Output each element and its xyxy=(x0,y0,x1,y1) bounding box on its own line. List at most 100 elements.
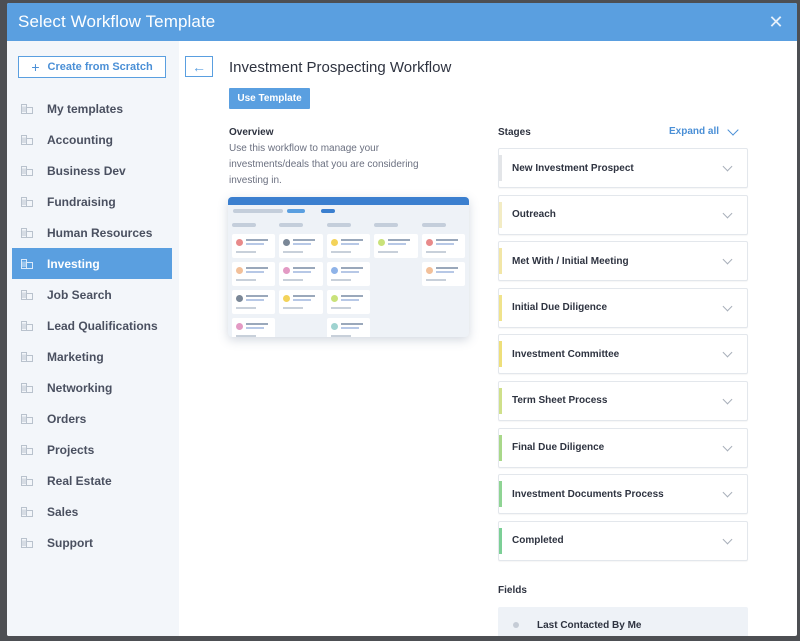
stage-list: New Investment Prospect Outreach Met With … xyxy=(498,148,748,567)
preview-card xyxy=(232,290,276,314)
arrow-left-icon: ← xyxy=(192,58,206,75)
preview-card xyxy=(232,262,276,286)
folder-building-icon xyxy=(21,103,33,114)
stage-item[interactable]: Met With / Initial Meeting xyxy=(498,241,748,282)
fields-heading: Fields xyxy=(498,585,527,596)
sidebar-item-label: Networking xyxy=(47,380,113,395)
chevron-down-icon[interactable] xyxy=(722,161,733,172)
sidebar-item-label: Support xyxy=(47,535,93,550)
preview-card xyxy=(326,262,371,286)
chevron-down-icon[interactable] xyxy=(722,394,733,405)
stage-color-bar xyxy=(499,155,502,181)
preview-column xyxy=(374,221,418,337)
folder-building-icon xyxy=(21,382,33,393)
create-from-scratch-button[interactable]: + Create from Scratch xyxy=(18,56,166,78)
chevron-down-icon[interactable] xyxy=(722,487,733,498)
chevron-down-icon[interactable] xyxy=(722,347,733,358)
sidebar-item-sales[interactable]: Sales xyxy=(12,496,172,527)
sidebar-item-accounting[interactable]: Accounting xyxy=(12,124,172,155)
folder-building-icon xyxy=(21,258,33,269)
sidebar-item-label: Investing xyxy=(47,256,100,271)
stage-label: New Investment Prospect xyxy=(512,162,634,174)
workflow-board-preview-image xyxy=(228,197,469,337)
field-item[interactable]: Last Contacted By Me xyxy=(498,607,748,636)
expand-all-label: Expand all xyxy=(669,126,720,137)
preview-toolbar xyxy=(228,205,469,217)
stage-color-bar xyxy=(499,248,502,275)
chevron-down-icon[interactable] xyxy=(722,254,733,265)
stage-item[interactable]: Completed xyxy=(498,520,748,561)
use-template-button[interactable]: Use Template xyxy=(229,88,310,109)
sidebar-item-job-search[interactable]: Job Search xyxy=(12,279,172,310)
chevron-down-icon xyxy=(727,123,739,136)
sidebar-item-lead-qualifications[interactable]: Lead Qualifications xyxy=(12,310,172,341)
stage-item[interactable]: Investment Documents Process xyxy=(498,474,748,515)
sidebar-item-label: Orders xyxy=(47,411,87,426)
expand-all-button[interactable]: Expand all xyxy=(669,123,739,137)
sidebar-item-investing[interactable]: Investing xyxy=(12,248,172,279)
sidebar-item-label: Marketing xyxy=(47,349,104,364)
sidebar-item-fundraising[interactable]: Fundraising xyxy=(12,186,172,217)
preview-column xyxy=(326,221,371,337)
folder-building-icon xyxy=(21,475,33,486)
folder-building-icon xyxy=(21,196,33,207)
sidebar-item-projects[interactable]: Projects xyxy=(12,434,172,465)
stage-item[interactable]: Investment Committee xyxy=(498,334,748,375)
stage-item[interactable]: Term Sheet Process xyxy=(498,380,748,421)
sidebar-item-business-dev[interactable]: Business Dev xyxy=(12,155,172,186)
select-workflow-template-modal: Select Workflow Template ✕ + Create from… xyxy=(7,3,797,636)
stage-color-bar xyxy=(499,481,502,508)
stage-color-bar xyxy=(499,527,502,554)
template-detail-panel: ← Investment Prospecting Workflow Use Te… xyxy=(179,41,797,636)
modal-title: Select Workflow Template xyxy=(18,12,216,31)
create-from-scratch-label: Create from Scratch xyxy=(47,61,153,73)
preview-card xyxy=(374,234,418,258)
chevron-down-icon[interactable] xyxy=(722,301,733,312)
preview-card xyxy=(421,262,466,286)
stage-label: Met With / Initial Meeting xyxy=(512,255,629,267)
preview-card xyxy=(279,290,323,314)
preview-card xyxy=(279,234,323,258)
stage-color-bar xyxy=(499,294,502,321)
plus-icon: + xyxy=(31,59,40,75)
preview-columns xyxy=(228,217,469,337)
sidebar-item-label: My templates xyxy=(47,101,124,116)
workflow-title: Investment Prospecting Workflow xyxy=(229,59,452,76)
chevron-down-icon[interactable] xyxy=(722,534,733,545)
overview-description: Use this workflow to manage your investm… xyxy=(229,143,419,186)
sidebar-item-real-estate[interactable]: Real Estate xyxy=(12,465,172,496)
chevron-down-icon[interactable] xyxy=(722,441,733,452)
stage-color-bar xyxy=(499,387,502,414)
folder-building-icon xyxy=(21,227,33,238)
preview-card xyxy=(232,234,276,258)
stages-heading: Stages xyxy=(498,127,531,138)
stage-item[interactable]: New Investment Prospect xyxy=(498,148,748,188)
stage-color-bar xyxy=(499,434,502,461)
preview-card xyxy=(326,318,371,337)
stage-label: Investment Committee xyxy=(512,348,620,360)
sidebar-item-orders[interactable]: Orders xyxy=(12,403,172,434)
sidebar-item-support[interactable]: Support xyxy=(12,527,172,558)
stage-item[interactable]: Final Due Diligence xyxy=(498,427,748,468)
sidebar-item-my-templates[interactable]: My templates xyxy=(12,93,172,124)
preview-column xyxy=(421,221,466,337)
back-button[interactable]: ← xyxy=(185,56,213,77)
sidebar-item-label: Human Resources xyxy=(47,225,153,240)
stage-color-bar xyxy=(499,341,502,368)
template-category-sidebar: + Create from Scratch My templates Accoun… xyxy=(7,41,179,636)
stage-label: Investment Documents Process xyxy=(512,488,664,500)
field-type-icon xyxy=(513,622,519,628)
preview-column xyxy=(232,221,276,337)
stage-label: Initial Due Diligence xyxy=(512,302,608,314)
sidebar-item-label: Business Dev xyxy=(47,163,126,178)
sidebar-item-marketing[interactable]: Marketing xyxy=(12,341,172,372)
stage-color-bar xyxy=(499,201,502,228)
chevron-down-icon[interactable] xyxy=(722,208,733,219)
sidebar-item-networking[interactable]: Networking xyxy=(12,372,172,403)
close-icon[interactable]: ✕ xyxy=(767,13,785,31)
stage-item[interactable]: Initial Due Diligence xyxy=(498,287,748,328)
folder-building-icon xyxy=(21,165,33,176)
stage-item[interactable]: Outreach xyxy=(498,194,748,235)
sidebar-item-human-resources[interactable]: Human Resources xyxy=(12,217,172,248)
folder-building-icon xyxy=(21,413,33,424)
